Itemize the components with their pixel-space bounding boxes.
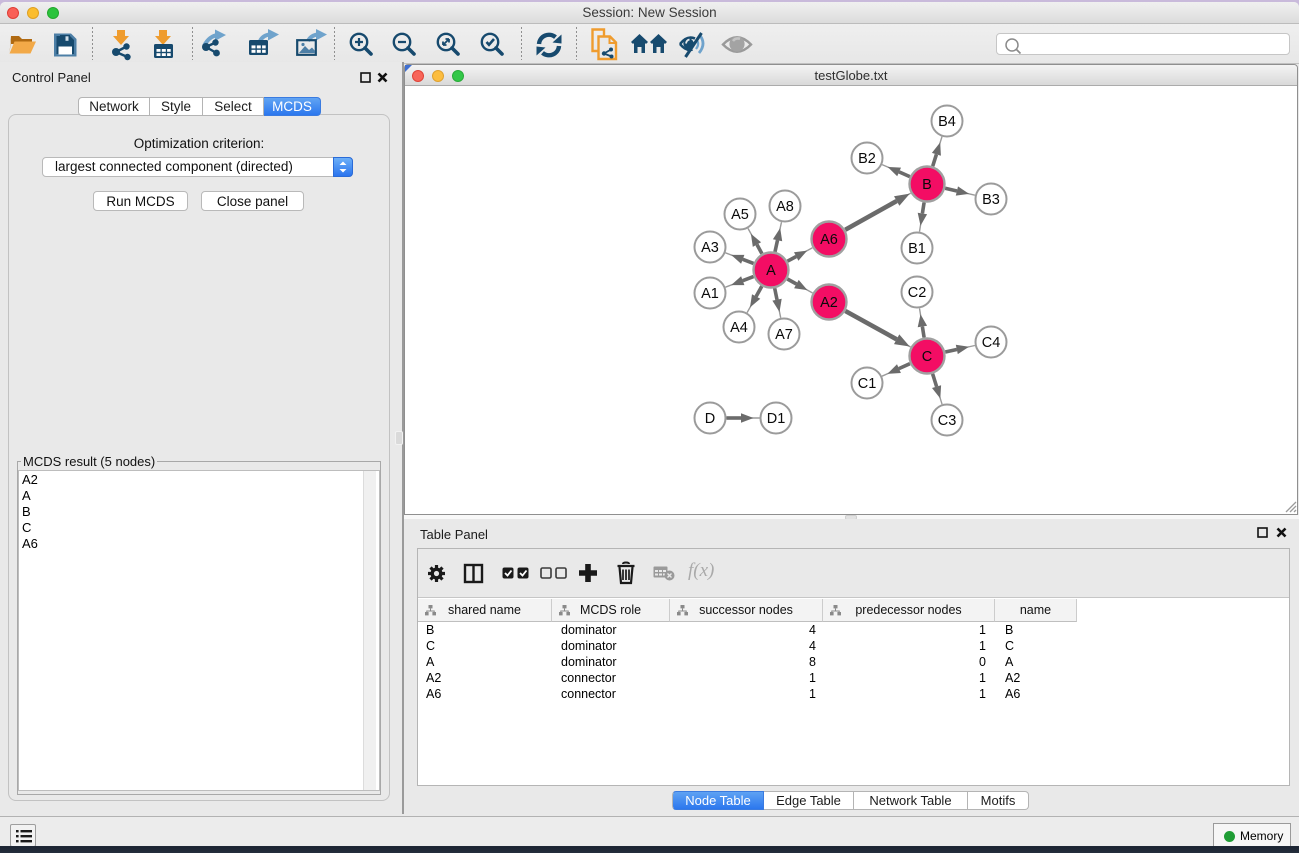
svg-text:D: D	[705, 411, 715, 427]
svg-text:C1: C1	[858, 376, 877, 392]
svg-text:C3: C3	[938, 413, 957, 429]
svg-text:C2: C2	[908, 285, 927, 301]
svg-text:A1: A1	[701, 286, 719, 302]
svg-text:B2: B2	[858, 151, 876, 167]
svg-text:C4: C4	[982, 335, 1001, 351]
svg-text:C: C	[922, 349, 932, 365]
svg-text:B: B	[922, 177, 932, 193]
svg-text:A3: A3	[701, 240, 719, 256]
svg-text:A7: A7	[775, 327, 793, 343]
svg-text:B4: B4	[938, 114, 956, 130]
svg-text:A5: A5	[731, 207, 749, 223]
svg-text:A8: A8	[776, 199, 794, 215]
svg-text:A6: A6	[820, 232, 838, 248]
svg-text:B1: B1	[908, 241, 926, 257]
svg-text:A4: A4	[730, 320, 748, 336]
svg-text:A2: A2	[820, 295, 838, 311]
svg-text:A: A	[766, 263, 776, 279]
svg-text:D1: D1	[767, 411, 786, 427]
svg-text:B3: B3	[982, 192, 1000, 208]
